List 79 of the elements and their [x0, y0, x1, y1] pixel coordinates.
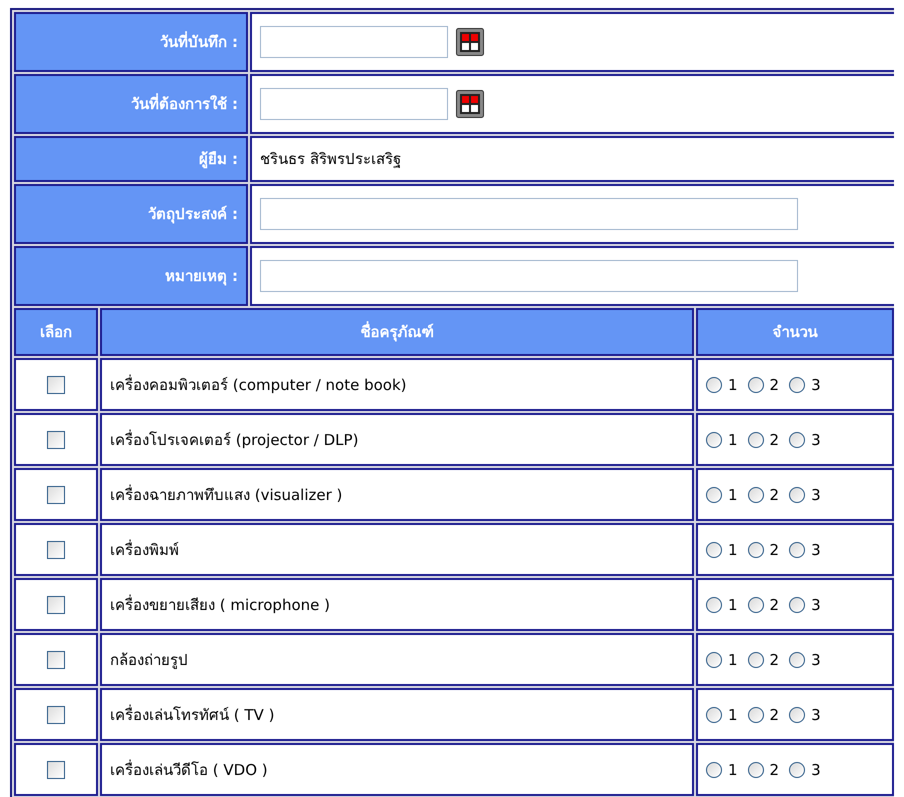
radio-button[interactable] [706, 762, 722, 778]
checkbox[interactable] [47, 706, 65, 724]
equipment-name: เครื่องเล่นโทรทัศน์ ( TV ) [100, 688, 694, 741]
radio-button[interactable] [706, 706, 722, 722]
radio-button[interactable] [748, 706, 764, 722]
radio-label: 2 [770, 760, 780, 778]
radio-label: 2 [770, 706, 780, 724]
equipment-name: เครื่องเล่นวีดีโอ ( VDO ) [100, 743, 694, 796]
radio-button[interactable] [748, 762, 764, 778]
radio-label: 2 [770, 430, 780, 448]
radio-label: 2 [770, 376, 780, 394]
radio-label: 1 [728, 540, 738, 558]
radio-button[interactable] [748, 652, 764, 668]
field-label: วันที่ต้องการใช้ : [14, 74, 248, 134]
radio-label: 2 [770, 650, 780, 668]
radio-label: 1 [728, 486, 738, 504]
radio-label: 3 [811, 430, 821, 448]
radio-button[interactable] [748, 486, 764, 502]
radio-label: 3 [811, 376, 821, 394]
radio-button[interactable] [789, 762, 806, 778]
calendar-icon[interactable] [456, 28, 484, 56]
radio-button[interactable] [789, 432, 806, 448]
date-input-field[interactable] [260, 88, 448, 120]
checkbox[interactable] [47, 376, 65, 394]
checkbox[interactable] [47, 430, 65, 448]
checkbox[interactable] [47, 650, 65, 668]
radio-label: 3 [811, 486, 821, 504]
radio-button[interactable] [789, 706, 806, 722]
radio-button[interactable] [706, 432, 722, 448]
checkbox[interactable] [47, 760, 65, 778]
field-label: วัตถุประสงค์ : [14, 184, 248, 244]
radio-label: 2 [770, 486, 780, 504]
input-field[interactable] [260, 198, 798, 230]
checkbox[interactable] [47, 596, 65, 614]
equipment-name: กล้องถ่ายรูป [100, 633, 694, 686]
field-label: วันที่บันทึก : [14, 12, 248, 72]
radio-label: 3 [811, 706, 821, 724]
radio-label: 1 [728, 376, 738, 394]
radio-label: 3 [811, 650, 821, 668]
radio-label: 3 [811, 760, 821, 778]
equipment-name: เครื่องคอมพิวเตอร์ (computer / note book) [100, 358, 694, 411]
radio-button[interactable] [789, 652, 806, 668]
radio-label: 1 [728, 430, 738, 448]
radio-label: 1 [728, 760, 738, 778]
borrower-name: ชรินธร สิริพรประเสริฐ [260, 149, 401, 170]
input-field[interactable] [260, 260, 798, 292]
radio-label: 3 [811, 540, 821, 558]
checkbox[interactable] [47, 486, 65, 504]
radio-button[interactable] [706, 376, 722, 392]
column-header: ชื่อครุภัณฑ์ [100, 308, 694, 356]
radio-button[interactable] [706, 542, 722, 558]
equipment-name: เครื่องฉายภาพทึบแสง (visualizer ) [100, 468, 694, 521]
radio-button[interactable] [748, 542, 764, 558]
radio-button[interactable] [706, 486, 722, 502]
radio-button[interactable] [748, 432, 764, 448]
equipment-name: เครื่องโปรเจคเตอร์ (projector / DLP) [100, 413, 694, 466]
radio-button[interactable] [789, 376, 806, 392]
radio-button[interactable] [789, 596, 806, 612]
calendar-icon[interactable] [456, 90, 484, 118]
radio-button[interactable] [748, 376, 764, 392]
radio-button[interactable] [789, 542, 806, 558]
radio-button[interactable] [789, 486, 806, 502]
radio-label: 1 [728, 650, 738, 668]
radio-button[interactable] [748, 596, 764, 612]
radio-label: 2 [770, 540, 780, 558]
radio-label: 3 [811, 596, 821, 614]
equipment-name: เครื่องขยายเสียง ( microphone ) [100, 578, 694, 631]
radio-label: 2 [770, 596, 780, 614]
field-label: ผู้ยืม : [14, 136, 248, 182]
column-header: จำนวน [696, 308, 894, 356]
radio-button[interactable] [706, 596, 722, 612]
column-header: เลือก [14, 308, 98, 356]
checkbox[interactable] [47, 540, 65, 558]
date-input-field[interactable] [260, 26, 448, 58]
radio-button[interactable] [706, 652, 722, 668]
radio-label: 1 [728, 596, 738, 614]
equipment-name: เครื่องพิมพ์ [100, 523, 694, 576]
radio-label: 1 [728, 706, 738, 724]
field-label: หมายเหตุ : [14, 246, 248, 306]
